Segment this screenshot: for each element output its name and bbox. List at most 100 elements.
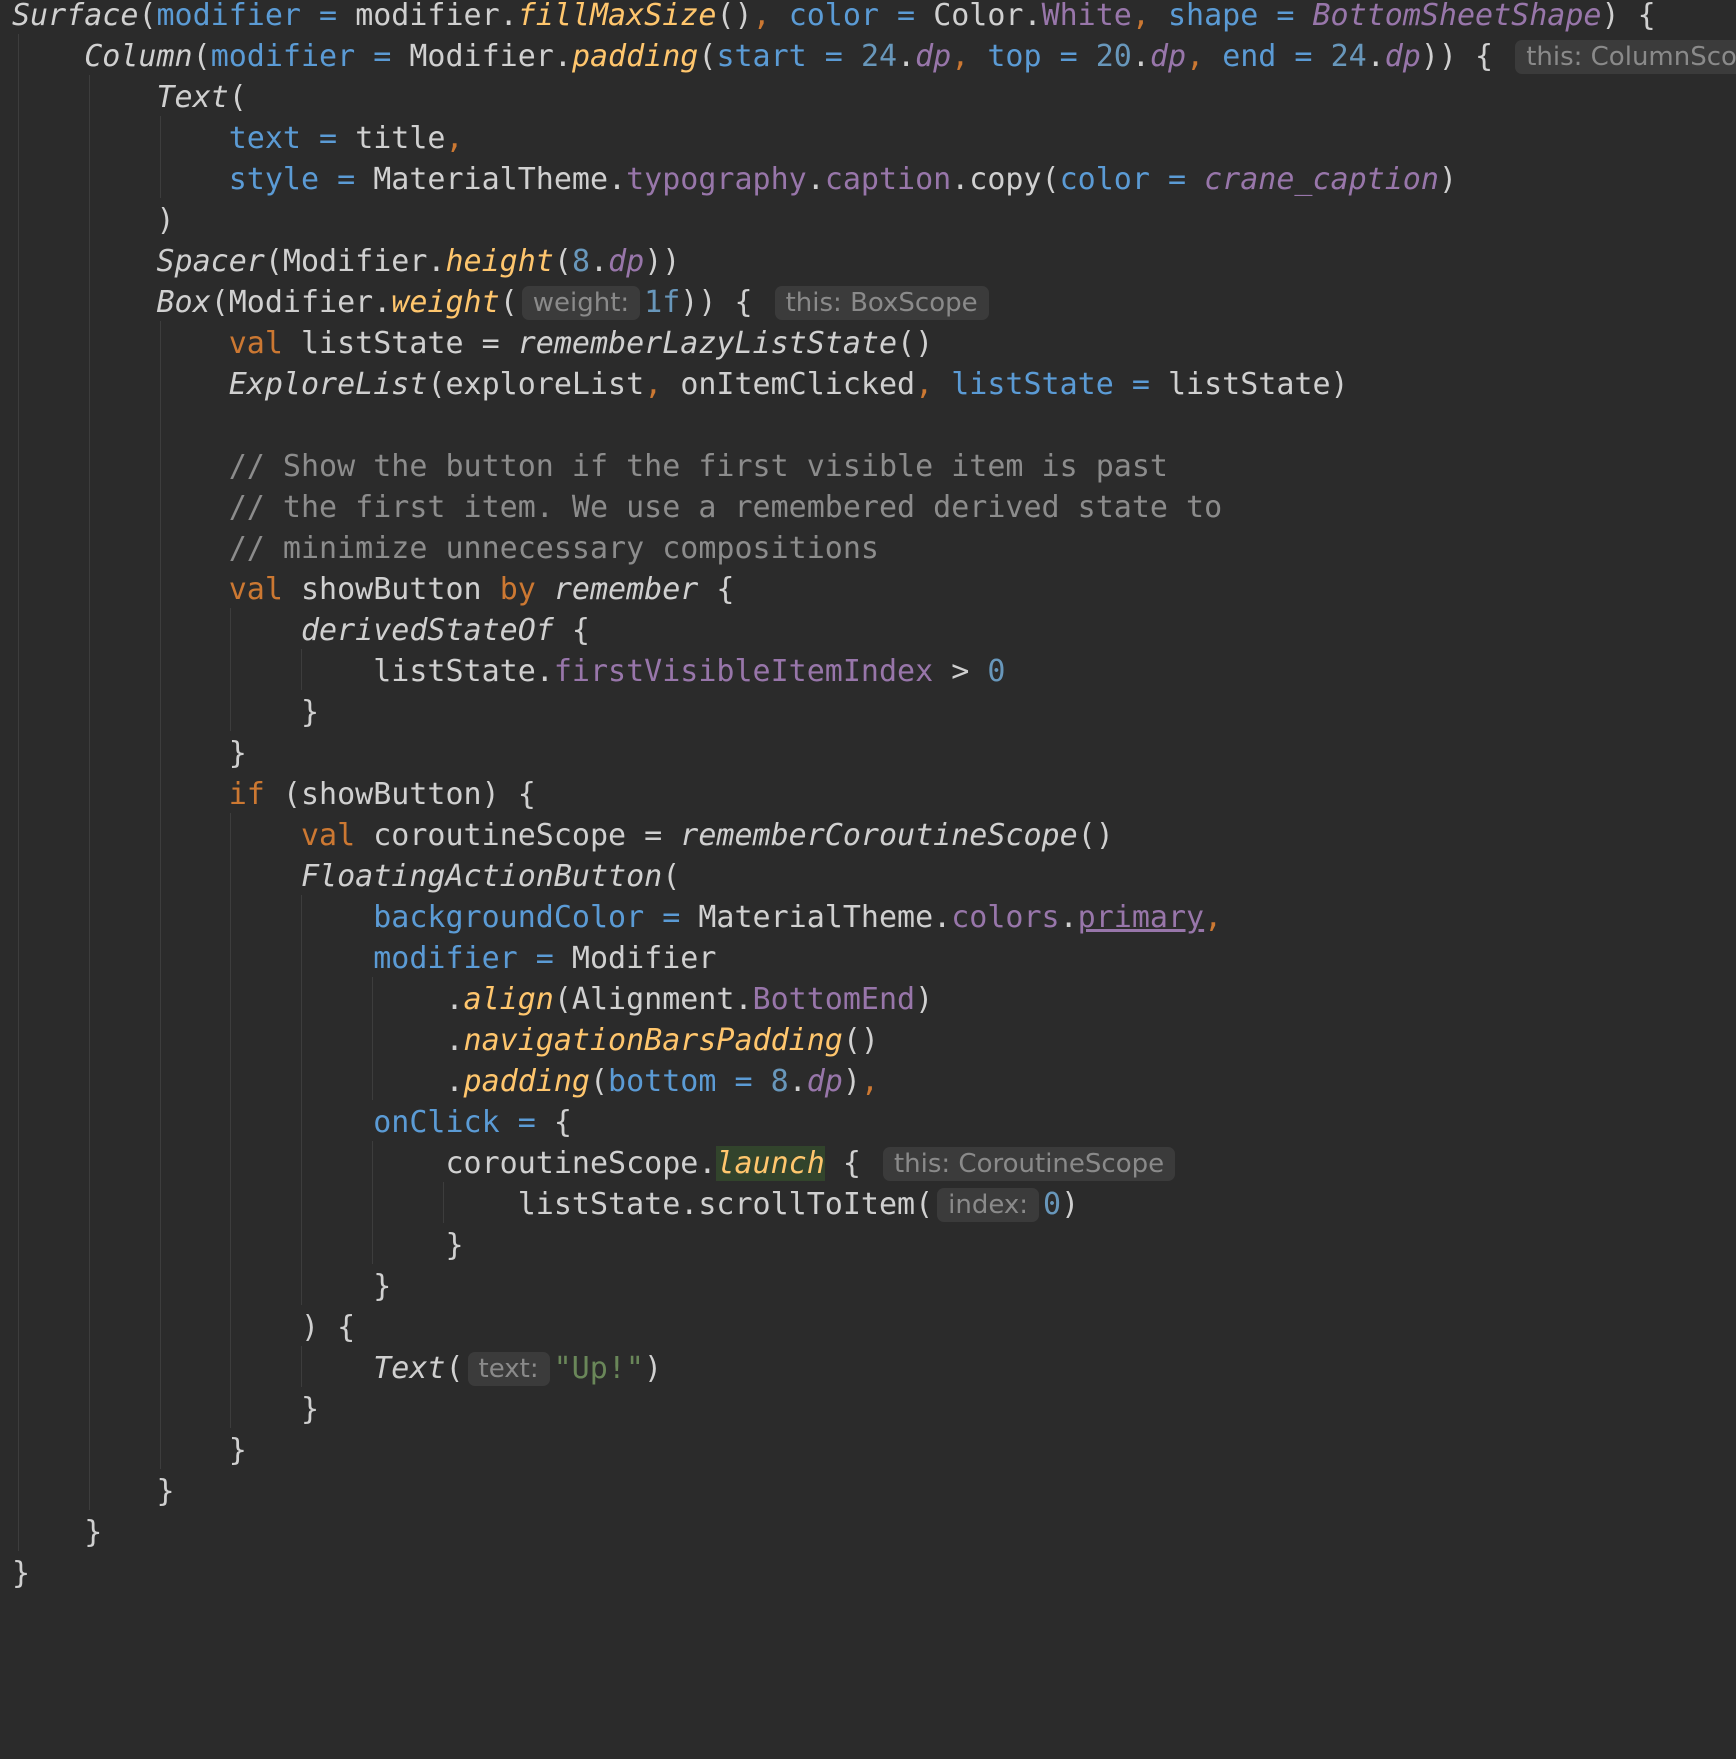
code-line[interactable]: } — [12, 690, 319, 736]
inlay-hint: weight: — [521, 286, 641, 320]
code-line[interactable]: backgroundColor = MaterialTheme.colors.p… — [12, 895, 1222, 941]
code-line[interactable]: style = MaterialTheme.typography.caption… — [12, 157, 1457, 203]
code-line[interactable]: val coroutineScope = rememberCoroutineSc… — [12, 813, 1114, 859]
code-token: Spacer — [156, 244, 265, 279]
code-token: )) — [644, 244, 681, 279]
code-token: )) { — [1420, 39, 1512, 74]
code-token: () — [716, 0, 753, 33]
code-line[interactable]: if (showButton) { — [12, 772, 536, 818]
code-token: = — [644, 900, 699, 935]
code-token: { — [698, 572, 735, 607]
code-line[interactable]: } — [12, 1387, 319, 1433]
code-line[interactable]: .align(Alignment.BottomEnd) — [12, 977, 933, 1023]
code-editor[interactable]: Surface(modifier = modifier.fillMaxSize(… — [0, 0, 1736, 1759]
code-token: dp — [1149, 39, 1187, 74]
code-token: "Up!" — [553, 1351, 644, 1386]
code-line[interactable]: derivedStateOf { — [12, 608, 590, 654]
code-token: showButton — [282, 572, 500, 607]
inlay-hint: index: — [937, 1188, 1040, 1222]
code-token: ) { — [12, 1310, 356, 1345]
code-line[interactable]: val showButton by remember { — [12, 567, 735, 613]
code-token: } — [12, 695, 320, 730]
code-line[interactable]: Column(modifier = Modifier.padding(start… — [12, 34, 1736, 80]
code-token: val — [228, 326, 283, 361]
code-token: dp — [1384, 39, 1421, 74]
code-token: ( — [662, 859, 681, 894]
code-line[interactable]: ) — [12, 198, 175, 244]
code-line[interactable]: } — [12, 1551, 30, 1597]
code-token: , — [915, 367, 952, 402]
code-line[interactable]: Text( — [12, 75, 247, 121]
code-line[interactable]: Spacer(Modifier.height(8.dp)) — [12, 239, 681, 285]
code-line[interactable]: text = title, — [12, 116, 464, 162]
code-line[interactable]: } — [12, 1223, 464, 1269]
code-line[interactable]: FloatingActionButton( — [12, 854, 680, 900]
code-token: coroutineScope. — [12, 1146, 717, 1181]
code-token: = — [806, 39, 861, 74]
code-token: typography — [626, 162, 807, 197]
code-token: coroutineScope = — [355, 818, 681, 853]
code-token: MaterialTheme. — [373, 162, 627, 197]
code-token: } — [12, 1228, 464, 1263]
code-token: firstVisibleItemIndex — [553, 654, 934, 689]
code-token: end — [1222, 39, 1277, 74]
code-token: } — [12, 1474, 175, 1509]
code-token: backgroundColor — [373, 900, 645, 935]
code-token: Modifier — [571, 941, 717, 976]
code-line[interactable]: } — [12, 1510, 102, 1556]
code-token: . — [590, 244, 609, 279]
code-token: Column — [84, 39, 193, 74]
code-line[interactable]: onClick = { — [12, 1100, 572, 1146]
code-line[interactable]: } — [12, 731, 247, 777]
code-token: modifier — [156, 0, 302, 33]
code-token: fillMaxSize — [517, 0, 717, 33]
code-line[interactable]: // the first item. We use a remembered d… — [12, 485, 1222, 531]
code-token: ) — [1061, 1187, 1080, 1222]
code-line[interactable]: Box(Modifier.weight(weight: 1f)) { this: … — [12, 280, 993, 326]
code-token: // the first item. We use a remembered d… — [228, 490, 1223, 525]
code-token: White — [1041, 0, 1132, 33]
code-token: BottomEnd — [752, 982, 916, 1017]
code-token: dp — [915, 39, 952, 74]
code-line[interactable]: Text(text: "Up!") — [12, 1346, 662, 1392]
code-token: ( — [499, 285, 518, 320]
code-line[interactable]: val listState = rememberLazyListState() — [12, 321, 933, 367]
code-token: top — [987, 39, 1042, 74]
code-token: text — [228, 121, 301, 156]
code-line[interactable]: ) { — [12, 1305, 355, 1351]
code-line[interactable]: } — [12, 1428, 247, 1474]
code-token: style — [228, 162, 320, 197]
code-token: . — [1366, 39, 1385, 74]
code-token: } — [12, 1392, 320, 1427]
code-token: ) — [1438, 162, 1457, 197]
code-line[interactable]: modifier = Modifier — [12, 936, 716, 982]
code-token: ) — [12, 203, 175, 238]
code-line[interactable]: listState.firstVisibleItemIndex > 0 — [12, 649, 1005, 695]
code-token: 8 — [770, 1064, 789, 1099]
code-token: . — [1131, 39, 1150, 74]
code-token: } — [12, 1515, 103, 1550]
code-line[interactable]: } — [12, 1469, 175, 1515]
code-line[interactable]: } — [12, 1264, 391, 1310]
code-line[interactable]: // minimize unnecessary compositions — [12, 526, 879, 572]
code-token: remember — [553, 572, 699, 607]
code-token: = — [301, 0, 356, 33]
code-line[interactable]: .navigationBarsPadding() — [12, 1018, 879, 1064]
code-token: listState — [951, 367, 1114, 402]
code-token: dp — [608, 244, 645, 279]
code-line[interactable]: coroutineScope.launch { this: CoroutineS… — [12, 1141, 1179, 1187]
code-token: ( — [589, 1064, 609, 1099]
code-token: = — [517, 941, 572, 976]
code-line[interactable]: ExploreList(exploreList, onItemClicked, … — [12, 362, 1349, 408]
code-line[interactable]: .padding(bottom = 8.dp), — [12, 1059, 879, 1105]
code-line[interactable]: // Show the button if the first visible … — [12, 444, 1168, 490]
inlay-hint: this: CoroutineScope — [882, 1147, 1176, 1181]
code-token: listState) — [1168, 367, 1349, 402]
code-line[interactable]: listState.scrollToItem(index: 0) — [12, 1182, 1079, 1228]
